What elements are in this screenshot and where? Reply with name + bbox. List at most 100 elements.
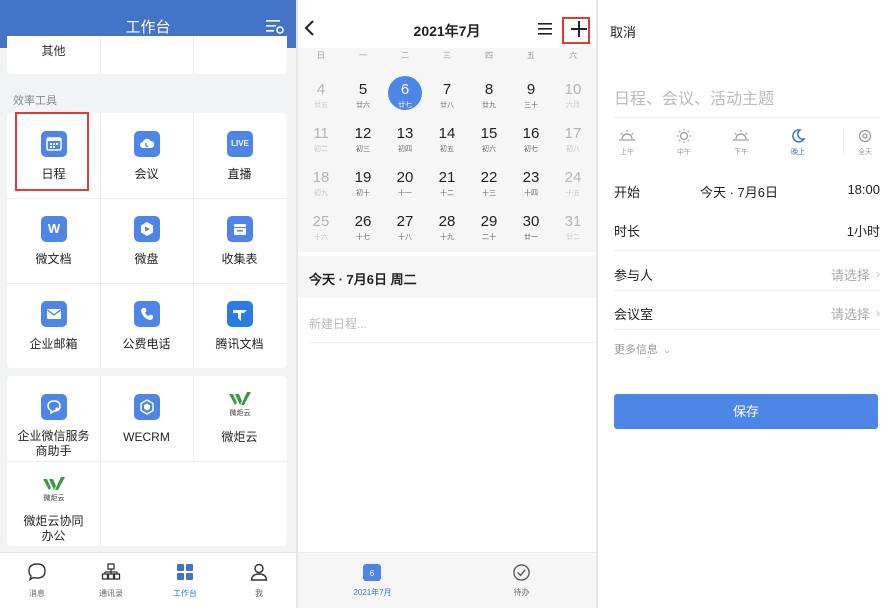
time-label: 上午 — [620, 149, 634, 156]
day-number: 11 — [313, 125, 329, 142]
calendar-day[interactable]: 28 十九 — [426, 208, 468, 248]
calendar-day[interactable]: 11 初二 — [300, 120, 342, 160]
lunar-date: 初八 — [566, 146, 580, 153]
sun-icon — [677, 129, 691, 143]
tab-contacts[interactable]: 通讯录 — [74, 553, 148, 608]
calendar-header: 2021年7月 — [298, 0, 596, 48]
new-event-placeholder[interactable]: 新建日程... — [309, 315, 367, 332]
subject-input[interactable]: 日程、会议、活动主题 — [614, 85, 774, 109]
calendar-day[interactable]: 30 廿一 — [510, 208, 552, 248]
settings-list-icon[interactable] — [266, 18, 284, 34]
calendar-day[interactable]: 4 廿五 — [300, 76, 342, 116]
live-badge: LIVE — [231, 139, 249, 148]
calendar-day[interactable]: 8 廿九 — [468, 76, 510, 116]
start-date[interactable]: 今天 · 7月6日 — [700, 182, 778, 201]
attendees-row[interactable]: 参与人 请选择 › — [614, 253, 880, 291]
doc-badge: W — [47, 221, 61, 236]
calendar-day[interactable]: 22 十三 — [468, 164, 510, 204]
weekday-label: 日 — [317, 51, 325, 60]
calendar-day[interactable]: 26 十七 — [342, 208, 384, 248]
day-number: 24 — [564, 169, 582, 186]
calendar-day[interactable]: 9 三十 — [510, 76, 552, 116]
calendar-day-selected[interactable]: 6 廿七 — [384, 76, 426, 116]
save-button[interactable]: 保存 — [614, 394, 878, 429]
day-number: 7 — [442, 81, 452, 98]
day-number: 8 — [484, 81, 494, 98]
duration-value[interactable]: 1小时 — [847, 221, 880, 240]
tab-label: 待办 — [513, 588, 530, 597]
lunar-date: 十三 — [482, 190, 496, 197]
lunar-date: 十二 — [440, 190, 454, 197]
calendar-day[interactable]: 19 初十 — [342, 164, 384, 204]
calendar-day[interactable]: 21 十二 — [426, 164, 468, 204]
more-info-toggle[interactable]: 更多信息 ⌄ — [614, 341, 671, 357]
calendar-day[interactable]: 29 二十 — [468, 208, 510, 248]
calendar-day-icon: 6 — [363, 564, 381, 581]
calendar-day[interactable]: 13 初四 — [384, 120, 426, 160]
tile-tencent-docs[interactable]: 腾讯文档 — [193, 283, 286, 368]
calendar-day[interactable]: 15 初六 — [468, 120, 510, 160]
lunar-date: 初三 — [356, 146, 370, 153]
time-afternoon[interactable]: 下午 — [712, 128, 770, 164]
tab-me[interactable]: 我 — [222, 553, 296, 608]
calendar-day[interactable]: 20 十一 — [384, 164, 426, 204]
start-time[interactable]: 18:00 — [847, 182, 880, 197]
calendar-day[interactable]: 31 廿二 — [552, 208, 594, 248]
tile-label: 直播 — [227, 167, 252, 181]
calendar-day[interactable]: 12 初三 — [342, 120, 384, 160]
tile-label: 微炬云 — [221, 430, 258, 444]
start-row[interactable]: 开始 今天 · 7月6日 18:00 — [614, 170, 880, 208]
calendar-day[interactable]: 17 初八 — [552, 120, 594, 160]
tile-mail[interactable]: 企业邮箱 — [7, 283, 100, 368]
profile-icon — [250, 563, 268, 581]
weijuyun-logo-icon: 微炬云 — [223, 392, 257, 420]
lunar-date: 十八 — [398, 234, 412, 241]
time-all-day[interactable]: 全天 — [836, 128, 890, 164]
tile-live[interactable]: LIVE 直播 — [193, 113, 286, 198]
top-partial-label[interactable]: 其他 — [7, 42, 100, 59]
tab-workbench[interactable]: 工作台 — [148, 553, 222, 608]
calendar-day[interactable]: 14 初五 — [426, 120, 468, 160]
tile-drive[interactable]: 微盘 — [100, 198, 193, 283]
day-number: 5 — [358, 81, 368, 98]
day-number: 30 — [522, 213, 540, 230]
day-number: 4 — [316, 81, 326, 98]
day-number: 17 — [564, 125, 582, 142]
weekday-label: 二 — [401, 51, 409, 60]
time-noon[interactable]: 中午 — [655, 128, 713, 164]
tab-todo[interactable]: 待办 — [447, 553, 596, 608]
tile-weijuyun-office[interactable]: 微炬云 微炬云协同办公 — [7, 461, 100, 546]
calendar-day[interactable]: 25 十六 — [300, 208, 342, 248]
time-evening[interactable]: 晚上 — [769, 128, 827, 164]
calendar-day[interactable]: 18 初九 — [300, 164, 342, 204]
tile-service-assistant[interactable]: 企业微信服务商助手 — [7, 376, 100, 461]
tile-doc[interactable]: W 微文档 — [7, 198, 100, 283]
calendar-day[interactable]: 5 廿六 — [342, 76, 384, 116]
tile-weijuyun[interactable]: 微炬云 微炬云 — [193, 376, 286, 461]
list-menu-icon[interactable] — [538, 22, 552, 36]
tile-phone[interactable]: 公费电话 — [100, 283, 193, 368]
day-number: 10 — [564, 81, 582, 98]
calendar-day[interactable]: 24 十五 — [552, 164, 594, 204]
calendar-day[interactable]: 7 廿八 — [426, 76, 468, 116]
calendar-day[interactable]: 27 十八 — [384, 208, 426, 248]
time-label: 下午 — [734, 149, 748, 156]
duration-row[interactable]: 时长 1小时 — [614, 209, 880, 247]
calendar-day[interactable]: 23 十四 — [510, 164, 552, 204]
meeting-room-row[interactable]: 会议室 请选择 › — [614, 292, 880, 330]
lunar-date: 廿六 — [356, 102, 370, 109]
tile-meeting[interactable]: 会议 — [100, 113, 193, 198]
calendar-day[interactable]: 10 六月 — [552, 76, 594, 116]
calendar-day[interactable]: 16 初七 — [510, 120, 552, 160]
time-morning[interactable]: 上午 — [598, 128, 656, 164]
tile-wecrm[interactable]: WECRM — [100, 376, 193, 461]
third-party-apps-grid: 企业微信服务商助手 WECRM 微炬云 微炬云 微炬云 微炬云协同办公 — [7, 376, 287, 546]
bottom-tabbar: 消息 通讯录 工作台 我 — [0, 552, 296, 608]
tile-form[interactable]: 收集表 — [193, 198, 286, 283]
cancel-button[interactable]: 取消 — [610, 22, 636, 41]
tab-month-view[interactable]: 6 2021年7月 — [298, 553, 447, 608]
check-circle-icon — [513, 564, 530, 581]
tab-label: 2021年7月 — [353, 588, 392, 597]
tab-messages[interactable]: 消息 — [0, 553, 74, 608]
meeting-room-value: 请选择 — [830, 307, 870, 322]
